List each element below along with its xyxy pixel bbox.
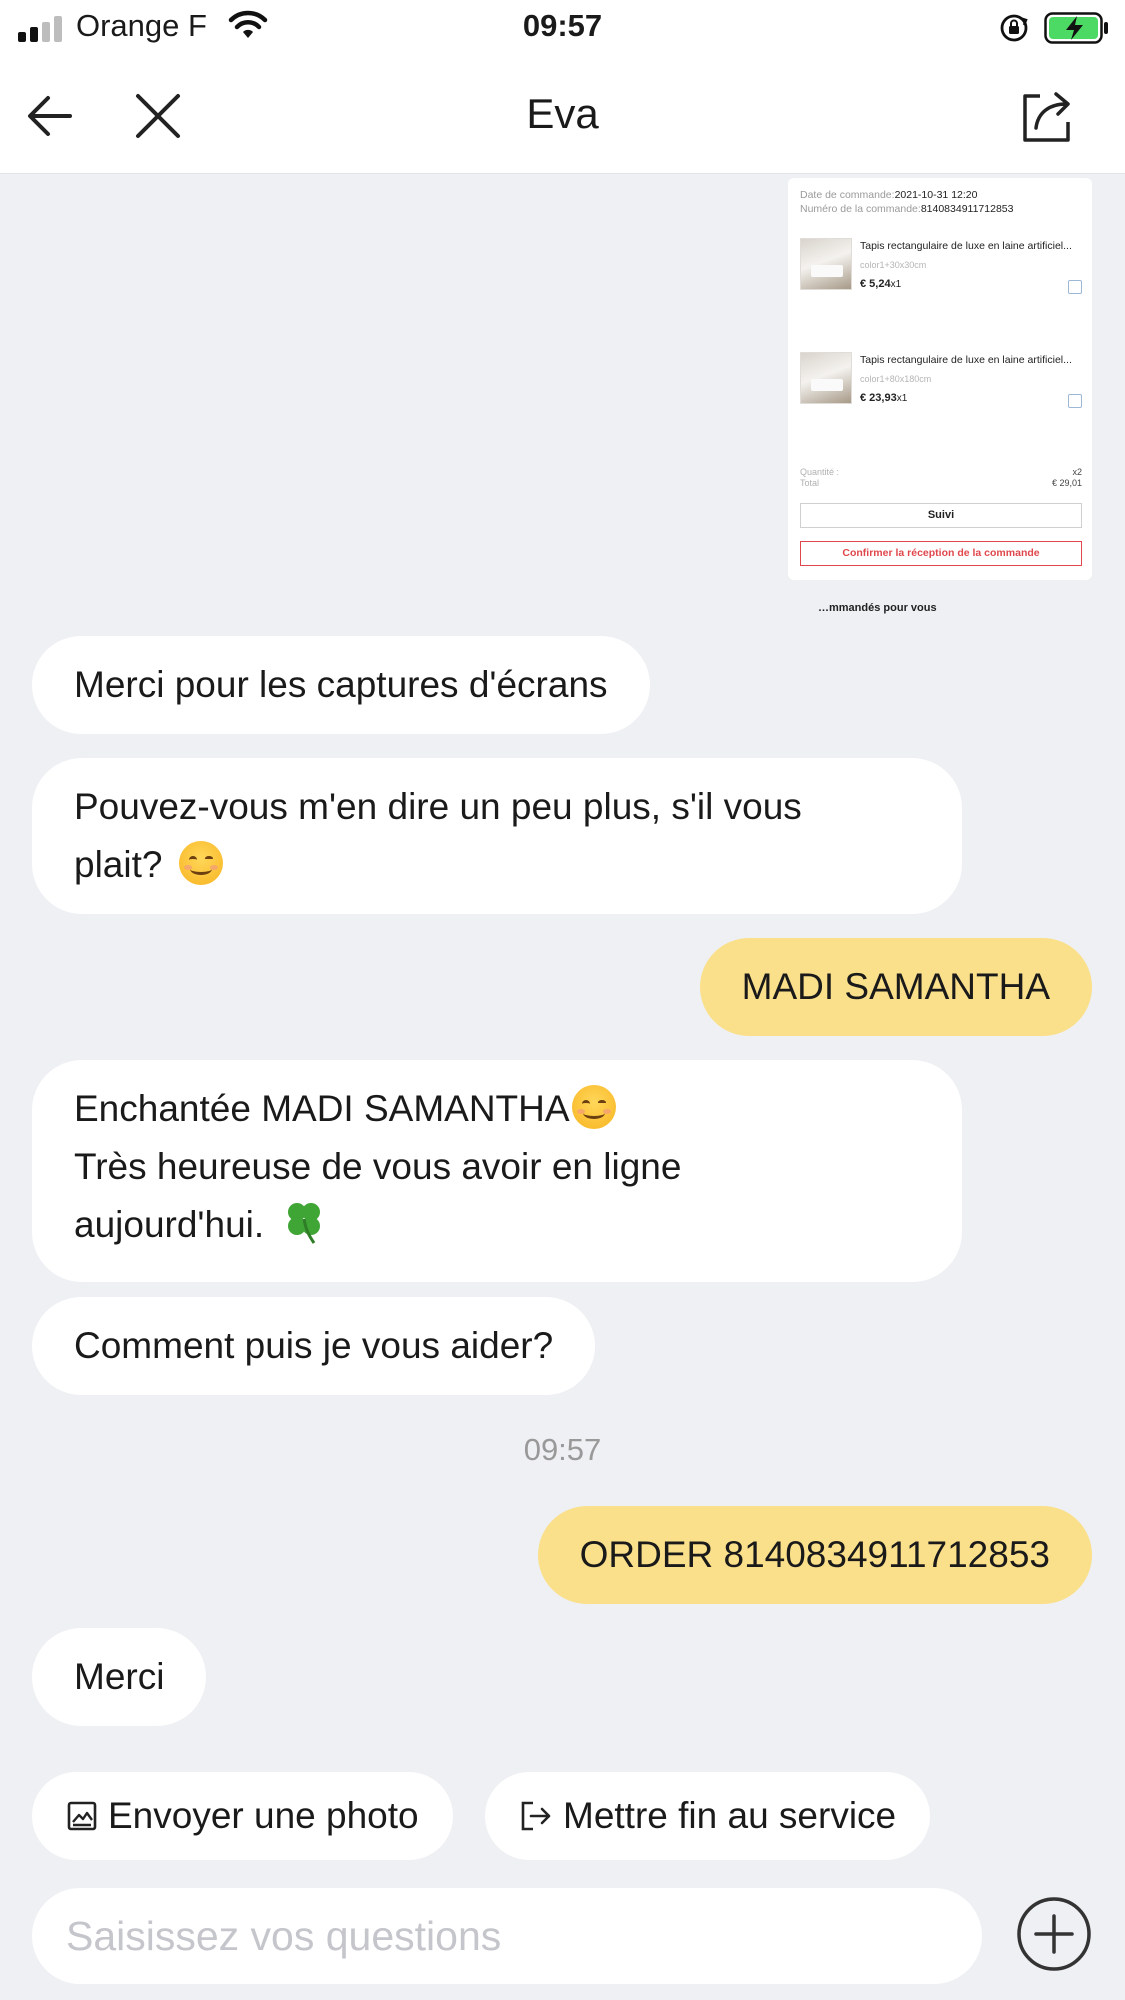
track-order-button: Suivi: [800, 503, 1082, 528]
exit-icon: [519, 1799, 553, 1833]
product-variant: color1+30x30cm: [860, 260, 927, 270]
send-photo-button[interactable]: Envoyer une photo: [32, 1772, 453, 1860]
order-meta: Date de commande:2021-10-31 12:20 Numéro…: [800, 188, 1013, 216]
status-time: 09:57: [522, 8, 603, 43]
agent-message: Pouvez-vous m'en dire un peu plus, s'il …: [32, 758, 962, 914]
agent-message: Comment puis je vous aider?: [32, 1297, 596, 1395]
attach-button[interactable]: [1016, 1896, 1092, 1972]
user-message: MADI SAMANTHA: [699, 938, 1092, 1036]
order-quantity: Quantité : x2: [800, 467, 1082, 477]
snapshot-icon: [1068, 394, 1082, 408]
agent-message: Enchantée MADI SAMANTHA Très heureuse de…: [32, 1060, 962, 1282]
order-item: Tapis rectangulaire de luxe en laine art…: [800, 352, 1082, 422]
agent-message: Merci pour les captures d'écrans: [32, 636, 650, 734]
message-input[interactable]: [32, 1888, 982, 1984]
snapshot-icon: [1068, 280, 1082, 294]
order-number-label: Numéro de la commande:: [800, 203, 921, 215]
product-name: Tapis rectangulaire de luxe en laine art…: [860, 240, 1072, 252]
product-price: € 23,93x1: [860, 392, 908, 404]
order-date-label: Date de commande:: [800, 189, 895, 201]
end-service-button[interactable]: Mettre fin au service: [485, 1772, 931, 1860]
smiling-face-icon: [571, 1085, 616, 1129]
order-total: Total € 29,01: [800, 478, 1082, 488]
plus-icon: [1017, 1897, 1091, 1971]
share-button[interactable]: [1017, 86, 1077, 146]
chat-header: Eva: [0, 56, 1125, 174]
order-number-value: 8140834911712853: [920, 203, 1014, 215]
four-leaf-clover-icon: [280, 1197, 328, 1262]
rotation-lock-icon: [998, 12, 1030, 49]
image-icon: [66, 1800, 98, 1832]
product-name: Tapis rectangulaire de luxe en laine art…: [860, 354, 1072, 366]
smiling-face-icon: [178, 841, 223, 885]
user-message: ORDER 8140834911712853: [537, 1506, 1092, 1604]
order-screenshot-image[interactable]: Date de commande:2021-10-31 12:20 Numéro…: [788, 178, 1092, 580]
status-bar: Orange F 09:57: [0, 0, 1125, 56]
product-thumbnail: [800, 238, 852, 290]
order-date-value: 2021-10-31 12:20: [894, 189, 978, 201]
send-photo-label: Envoyer une photo: [108, 1795, 419, 1836]
product-thumbnail: [800, 352, 852, 404]
agent-message: Merci: [32, 1628, 207, 1726]
product-price: € 5,24x1: [860, 278, 902, 290]
battery-charging-icon: [1044, 12, 1110, 49]
share-icon: [1023, 92, 1070, 142]
order-item: Tapis rectangulaire de luxe en laine art…: [800, 238, 1082, 308]
cropped-caption: …mmandés pour vous: [818, 602, 937, 614]
product-variant: color1+80x180cm: [860, 374, 932, 384]
page-title: Eva: [526, 90, 599, 137]
confirm-receipt-button: Confirmer la réception de la commande: [800, 541, 1082, 566]
end-service-label: Mettre fin au service: [563, 1795, 897, 1836]
message-timestamp: 09:57: [523, 1432, 602, 1467]
